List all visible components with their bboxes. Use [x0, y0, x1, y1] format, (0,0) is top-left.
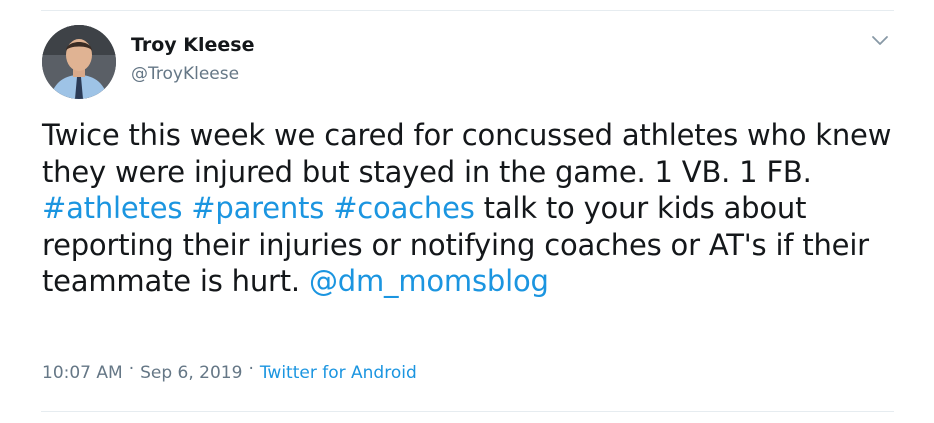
meta-separator: · [128, 359, 135, 379]
meta-separator: · [248, 359, 254, 379]
tweet-text-space [324, 191, 333, 225]
tweet-source[interactable]: Twitter for Android [260, 363, 417, 383]
hashtag-link[interactable]: #parents [191, 191, 324, 225]
hashtag-link[interactable]: #coaches [333, 191, 475, 225]
top-divider [41, 10, 894, 11]
bottom-divider [41, 411, 894, 412]
avatar-image [42, 25, 116, 99]
tweet-text-segment: Twice this week we cared for concussed a… [42, 118, 892, 189]
author-handle[interactable]: @TroyKleese [131, 64, 239, 84]
tweet-meta: 10:07 AM · Sep 6, 2019 · Twitter for Android [42, 359, 417, 383]
tweet-time[interactable]: 10:07 AM [42, 363, 123, 383]
avatar[interactable] [42, 25, 116, 99]
tweet-text-space [182, 191, 191, 225]
tweet-text: Twice this week we cared for concussed a… [42, 117, 892, 300]
hashtag-link[interactable]: #athletes [42, 191, 182, 225]
chevron-down-icon[interactable] [870, 33, 890, 47]
mention-link[interactable]: @dm_momsblog [309, 264, 549, 298]
author-name[interactable]: Troy Kleese [131, 34, 255, 56]
tweet-date[interactable]: Sep 6, 2019 [140, 363, 242, 383]
